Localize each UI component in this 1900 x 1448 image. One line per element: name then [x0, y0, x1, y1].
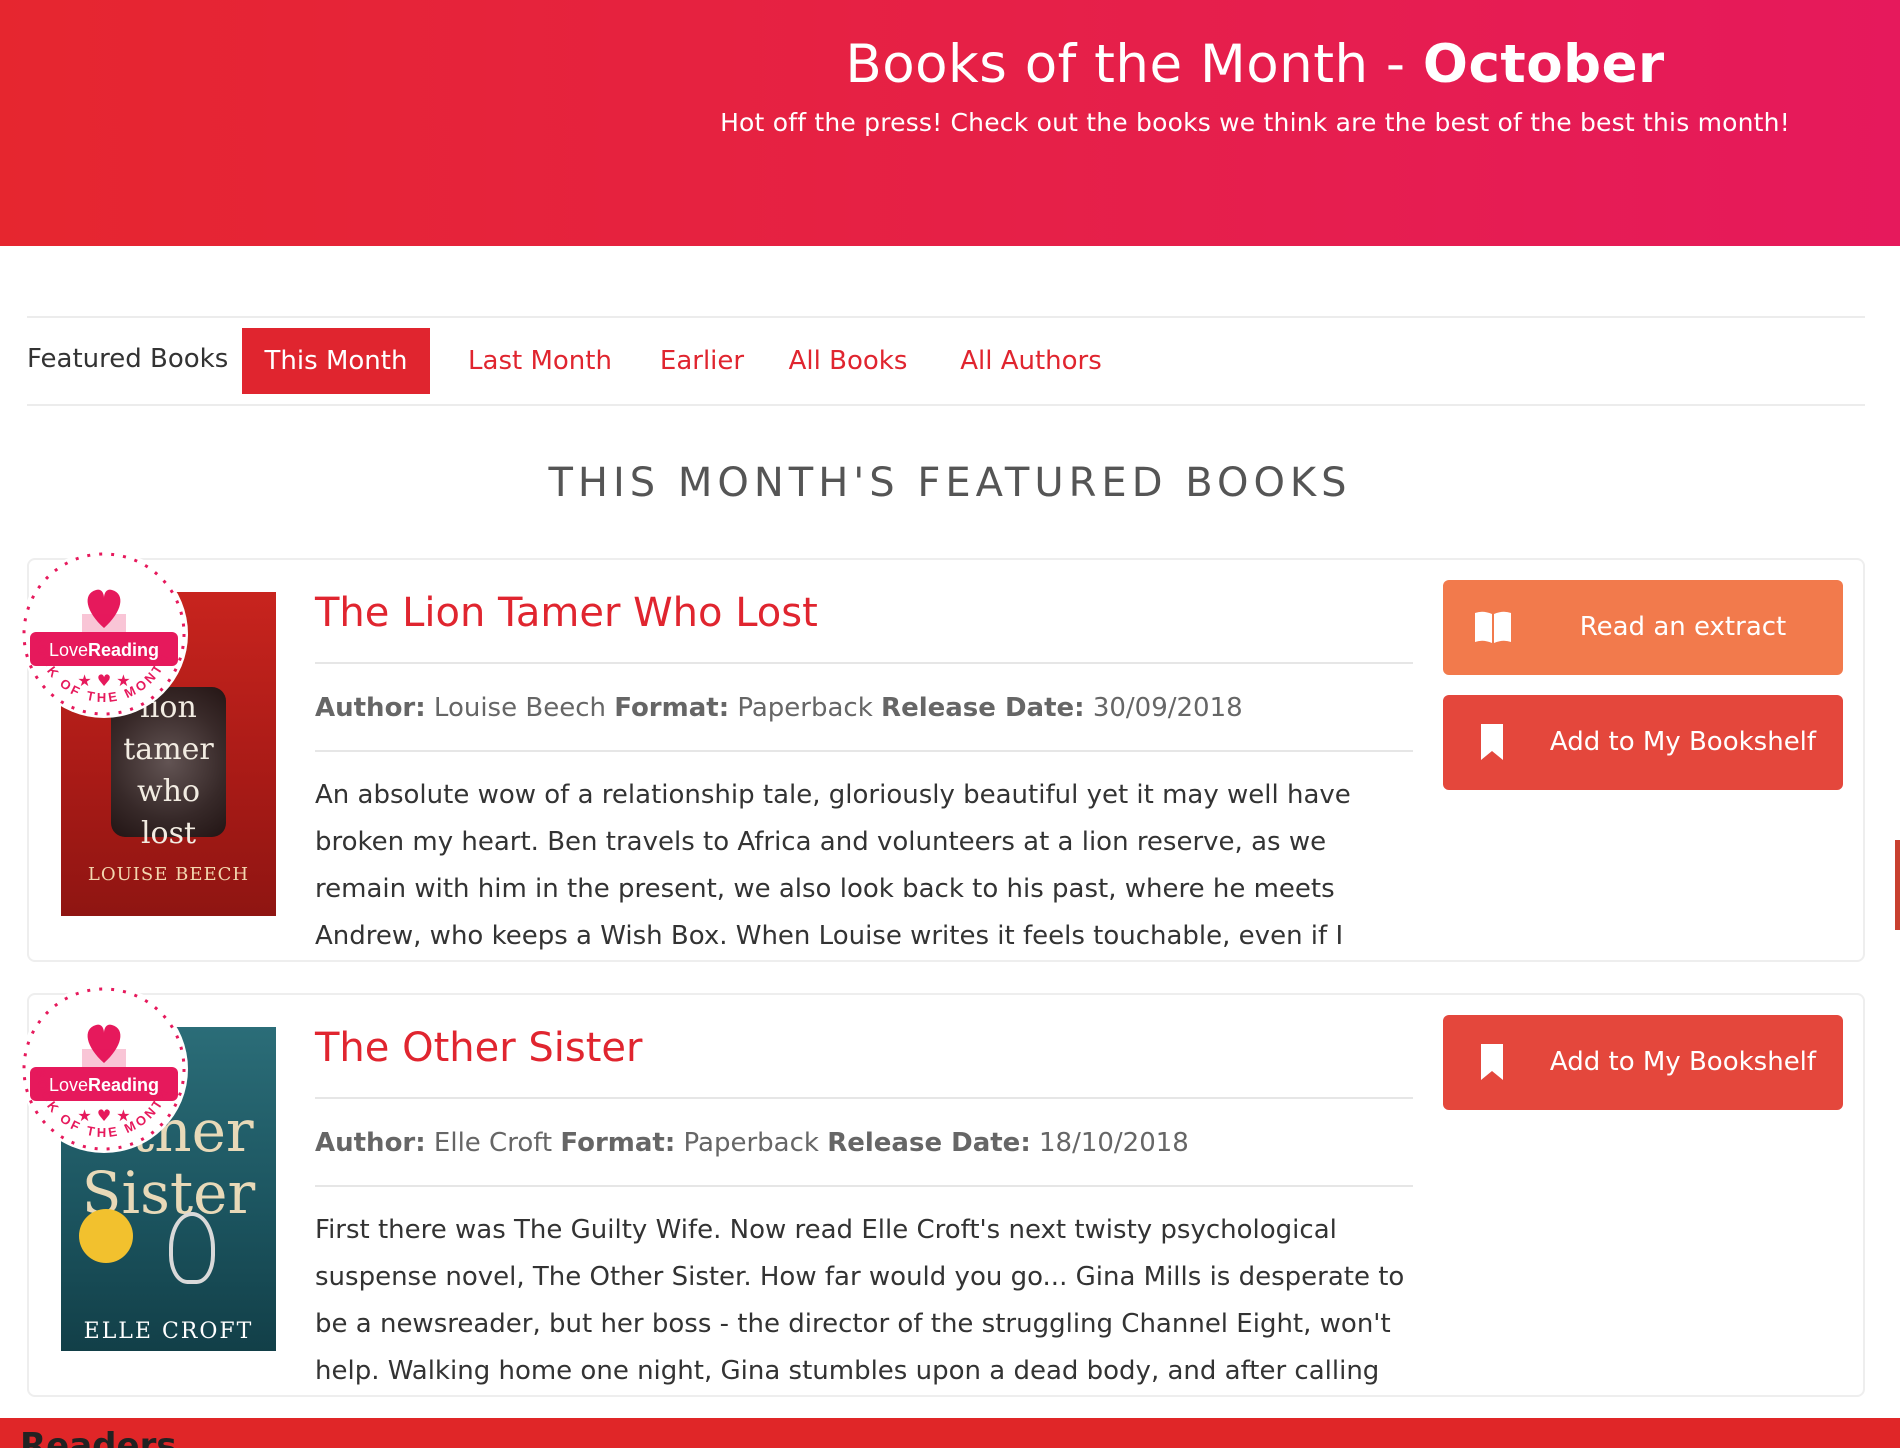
cover-title-line: lost: [140, 816, 197, 851]
open-book-icon: [1473, 607, 1513, 654]
book-description: An absolute wow of a relationship tale, …: [315, 780, 1351, 951]
page-title-prefix: Books of the Month -: [845, 34, 1423, 95]
cover-title-line: who: [136, 774, 201, 809]
cover-author: ELLE CROFT: [83, 1319, 254, 1344]
release-date-value: 30/09/2018: [1092, 693, 1243, 723]
badge-graphic: LoveReading BOOK OF THE MONTH ★ ♥ ★: [20, 985, 188, 1153]
book-card: lion tamer who lost LOUISE BEECH The Lio…: [27, 558, 1865, 962]
badge-brand-reading: Reading: [88, 640, 159, 660]
release-date-value: 18/10/2018: [1038, 1128, 1189, 1158]
tab-last-month[interactable]: Last Month: [455, 328, 625, 394]
badge-brand-love: Love: [49, 640, 88, 660]
page-title-month: October: [1422, 34, 1665, 95]
book-meta: Author: Elle Croft Format: Paperback Rel…: [315, 1128, 1189, 1158]
format-value: Paperback: [683, 1128, 819, 1158]
tab-earlier[interactable]: Earlier: [649, 328, 755, 394]
book-card: Other Sister ELLE CROFT The Other Sister…: [27, 993, 1865, 1397]
page-subtitle: Hot off the press! Check out the books w…: [720, 108, 1790, 137]
author-value: Louise Beech: [433, 693, 606, 723]
book-meta: Author: Louise Beech Format: Paperback R…: [315, 693, 1243, 723]
format-label: Format:: [560, 1128, 676, 1158]
format-value: Paperback: [737, 693, 873, 723]
book-title-link[interactable]: The Other Sister: [315, 1025, 642, 1071]
add-to-bookshelf-button[interactable]: Add to My Bookshelf: [1443, 695, 1843, 790]
bookmark-icon: [1473, 1042, 1513, 1089]
book-description: First there was The Guilty Wife. Now rea…: [315, 1215, 1405, 1386]
footer-heading: Readers: [20, 1426, 177, 1448]
release-date-label: Release Date:: [881, 693, 1085, 723]
cover-quote-sticker: [79, 1209, 133, 1263]
divider: [315, 750, 1413, 752]
read-extract-button[interactable]: Read an extract: [1443, 580, 1843, 675]
badge-brand-love: Love: [49, 1075, 88, 1095]
svg-text:LoveReading: LoveReading: [49, 640, 159, 660]
author-label: Author:: [315, 693, 426, 723]
book-of-the-month-badge: LoveReading BOOK OF THE MONTH ★ ♥ ★: [16, 546, 192, 726]
badge-brand-reading: Reading: [88, 1075, 159, 1095]
tab-all-authors[interactable]: All Authors: [951, 328, 1111, 394]
hero-banner: Books of the Month - October Hot off the…: [0, 0, 1900, 246]
bookmark-icon: [1473, 722, 1513, 769]
svg-text:LoveReading: LoveReading: [49, 1075, 159, 1095]
add-to-bookshelf-button[interactable]: Add to My Bookshelf: [1443, 1015, 1843, 1110]
divider: [315, 662, 1413, 664]
cover-locket-illustration: [169, 1212, 215, 1284]
book-of-the-month-badge: LoveReading BOOK OF THE MONTH ★ ♥ ★: [16, 981, 192, 1161]
nav-label: Featured Books: [27, 344, 229, 374]
format-label: Format:: [614, 693, 730, 723]
footer-bar: Readers: [0, 1418, 1900, 1448]
read-extract-label: Read an extract: [1579, 612, 1787, 642]
divider: [315, 1185, 1413, 1187]
badge-graphic: LoveReading BOOK OF THE MONTH ★ ♥ ★: [20, 550, 188, 718]
tab-this-month[interactable]: This Month: [242, 328, 430, 394]
badge-heart-icon: ★ ♥ ★: [77, 671, 130, 690]
add-to-bookshelf-label: Add to My Bookshelf: [1549, 1047, 1817, 1077]
author-value: Elle Croft: [433, 1128, 553, 1158]
add-to-bookshelf-label: Add to My Bookshelf: [1549, 727, 1817, 757]
cover-author: LOUISE BEECH: [87, 864, 250, 885]
tab-all-books[interactable]: All Books: [779, 328, 917, 394]
author-label: Author:: [315, 1128, 426, 1158]
book-title-link[interactable]: The Lion Tamer Who Lost: [315, 590, 818, 636]
page-title: Books of the Month - October: [700, 34, 1810, 95]
badge-heart-icon: ★ ♥ ★: [77, 1106, 130, 1125]
section-heading: THIS MONTH'S FEATURED BOOKS: [548, 460, 1352, 506]
divider: [315, 1097, 1413, 1099]
release-date-label: Release Date:: [827, 1128, 1031, 1158]
cover-title-line: tamer: [123, 732, 214, 767]
featured-books-nav: Featured Books This Month Last Month Ear…: [27, 316, 1865, 406]
side-scroll-tab[interactable]: [1895, 840, 1900, 930]
